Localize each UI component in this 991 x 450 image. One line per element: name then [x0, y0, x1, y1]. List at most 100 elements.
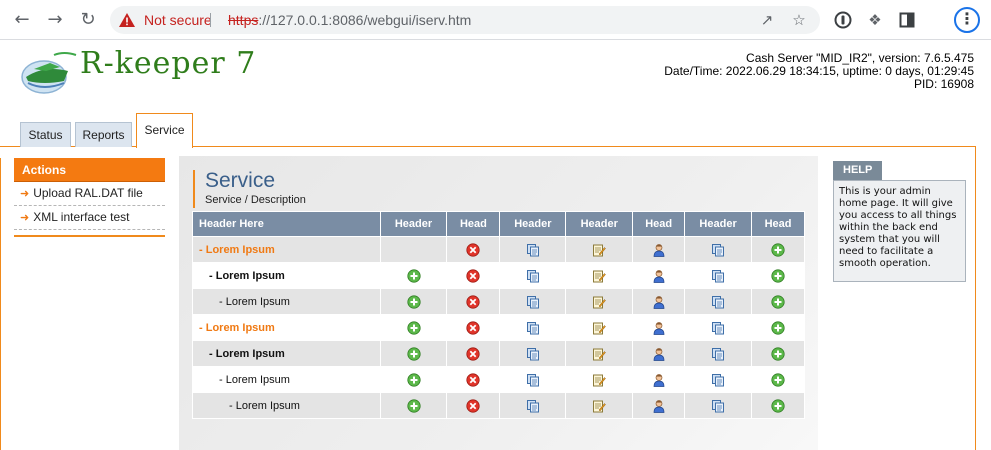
action-cell [565, 262, 634, 289]
url-text[interactable]: https://127.0.0.1:8086/webgui/iserv.htm [228, 12, 471, 28]
add-icon[interactable] [771, 372, 785, 387]
delete-icon[interactable] [466, 294, 481, 309]
user-icon[interactable] [652, 243, 666, 257]
copy-icon[interactable] [711, 243, 725, 256]
delete-icon[interactable] [466, 372, 481, 387]
copy-icon[interactable] [711, 295, 725, 308]
column-header[interactable]: Header Here [192, 211, 381, 237]
address-bar[interactable]: Not secure https://127.0.0.1:8086/webgui… [110, 6, 820, 34]
column-header[interactable]: Header [565, 211, 634, 237]
copy-icon[interactable] [711, 269, 725, 282]
password-manager-icon[interactable] [832, 9, 854, 31]
table-header-row: Header Here Header Head Header Header He… [192, 211, 805, 237]
edit-icon[interactable] [592, 243, 607, 256]
app-logo-text: R-keeper 7 [80, 46, 257, 81]
add-icon[interactable] [406, 346, 421, 361]
action-cell [632, 262, 686, 289]
row-label[interactable]: - Lorem Ipsum [193, 374, 290, 386]
add-icon[interactable] [771, 320, 785, 335]
arrow-right-icon: ➜ [20, 212, 30, 224]
delete-icon[interactable] [466, 398, 481, 413]
copy-icon[interactable] [711, 399, 725, 412]
add-icon[interactable] [771, 398, 785, 413]
add-icon[interactable] [406, 268, 421, 283]
action-xml-test[interactable]: ➜ XML interface test [14, 206, 165, 230]
back-arrow-icon[interactable]: ← [10, 8, 34, 32]
add-icon[interactable] [406, 372, 421, 387]
edit-icon[interactable] [592, 295, 607, 308]
column-header[interactable]: Header [684, 211, 753, 237]
action-cell [446, 262, 501, 289]
row-label[interactable]: - Lorem Ipsum [193, 244, 275, 256]
row-label[interactable]: - Lorem Ipsum [193, 270, 285, 282]
side-panel-icon[interactable] [896, 9, 918, 31]
tab-status[interactable]: Status [20, 122, 71, 147]
user-icon[interactable] [652, 347, 666, 361]
action-cell [684, 236, 753, 263]
copy-icon[interactable] [711, 321, 725, 334]
bookmark-star-icon[interactable]: ☆ [790, 11, 808, 29]
user-icon[interactable] [652, 399, 666, 413]
copy-icon[interactable] [711, 347, 725, 360]
user-icon[interactable] [652, 295, 666, 309]
edit-icon[interactable] [592, 269, 607, 282]
edit-icon[interactable] [592, 399, 607, 412]
action-cell [499, 340, 567, 367]
copy-icon[interactable] [526, 399, 540, 412]
action-cell [379, 340, 448, 367]
breadcrumb: Service / Description [205, 194, 306, 206]
edit-icon[interactable] [592, 373, 607, 386]
delete-icon[interactable] [466, 268, 481, 283]
edit-icon[interactable] [592, 347, 607, 360]
add-icon[interactable] [771, 268, 785, 283]
row-label[interactable]: - Lorem Ipsum [193, 400, 300, 412]
extensions-puzzle-icon[interactable]: ❖ [864, 9, 886, 31]
copy-icon[interactable] [711, 373, 725, 386]
column-header[interactable]: Header [379, 211, 448, 237]
action-upload-ral[interactable]: ➜ Upload RAL.DAT file [14, 182, 165, 206]
add-icon[interactable] [406, 398, 421, 413]
action-cell [565, 236, 634, 263]
action-cell [751, 392, 805, 419]
action-cell [751, 236, 805, 263]
action-label: XML interface test [33, 210, 130, 224]
tab-service[interactable]: Service [136, 113, 193, 148]
reload-icon[interactable]: ↻ [76, 8, 100, 32]
column-header[interactable]: Head [751, 211, 805, 237]
user-icon[interactable] [652, 373, 666, 387]
copy-icon[interactable] [526, 243, 540, 256]
table-row: - Lorem Ipsum [192, 288, 805, 315]
add-icon[interactable] [771, 242, 785, 257]
row-label[interactable]: - Lorem Ipsum [193, 322, 275, 334]
user-icon[interactable] [652, 269, 666, 283]
edit-icon[interactable] [592, 321, 607, 334]
row-label[interactable]: - Lorem Ipsum [193, 348, 285, 360]
action-cell [751, 314, 805, 341]
column-header[interactable]: Header [499, 211, 567, 237]
forward-arrow-icon[interactable]: → [43, 8, 67, 32]
row-label-cell: - Lorem Ipsum [192, 288, 381, 315]
column-header[interactable]: Head [632, 211, 686, 237]
user-icon[interactable] [652, 321, 666, 335]
copy-icon[interactable] [526, 373, 540, 386]
security-label[interactable]: Not secure [144, 12, 212, 28]
tab-reports[interactable]: Reports [75, 122, 132, 147]
add-icon[interactable] [406, 294, 421, 309]
row-label[interactable]: - Lorem Ipsum [193, 296, 290, 308]
row-label-cell: - Lorem Ipsum [192, 236, 381, 263]
warning-icon[interactable] [118, 11, 136, 29]
delete-icon[interactable] [466, 346, 481, 361]
copy-icon[interactable] [526, 269, 540, 282]
copy-icon[interactable] [526, 295, 540, 308]
browser-menu-button[interactable]: ⋮ [954, 7, 980, 33]
add-icon[interactable] [406, 320, 421, 335]
add-icon[interactable] [771, 294, 785, 309]
share-icon[interactable]: ↗ [758, 11, 776, 29]
delete-icon[interactable] [466, 320, 481, 335]
action-cell [632, 392, 686, 419]
column-header[interactable]: Head [446, 211, 501, 237]
copy-icon[interactable] [526, 321, 540, 334]
delete-icon[interactable] [466, 242, 481, 257]
add-icon[interactable] [771, 346, 785, 361]
copy-icon[interactable] [526, 347, 540, 360]
